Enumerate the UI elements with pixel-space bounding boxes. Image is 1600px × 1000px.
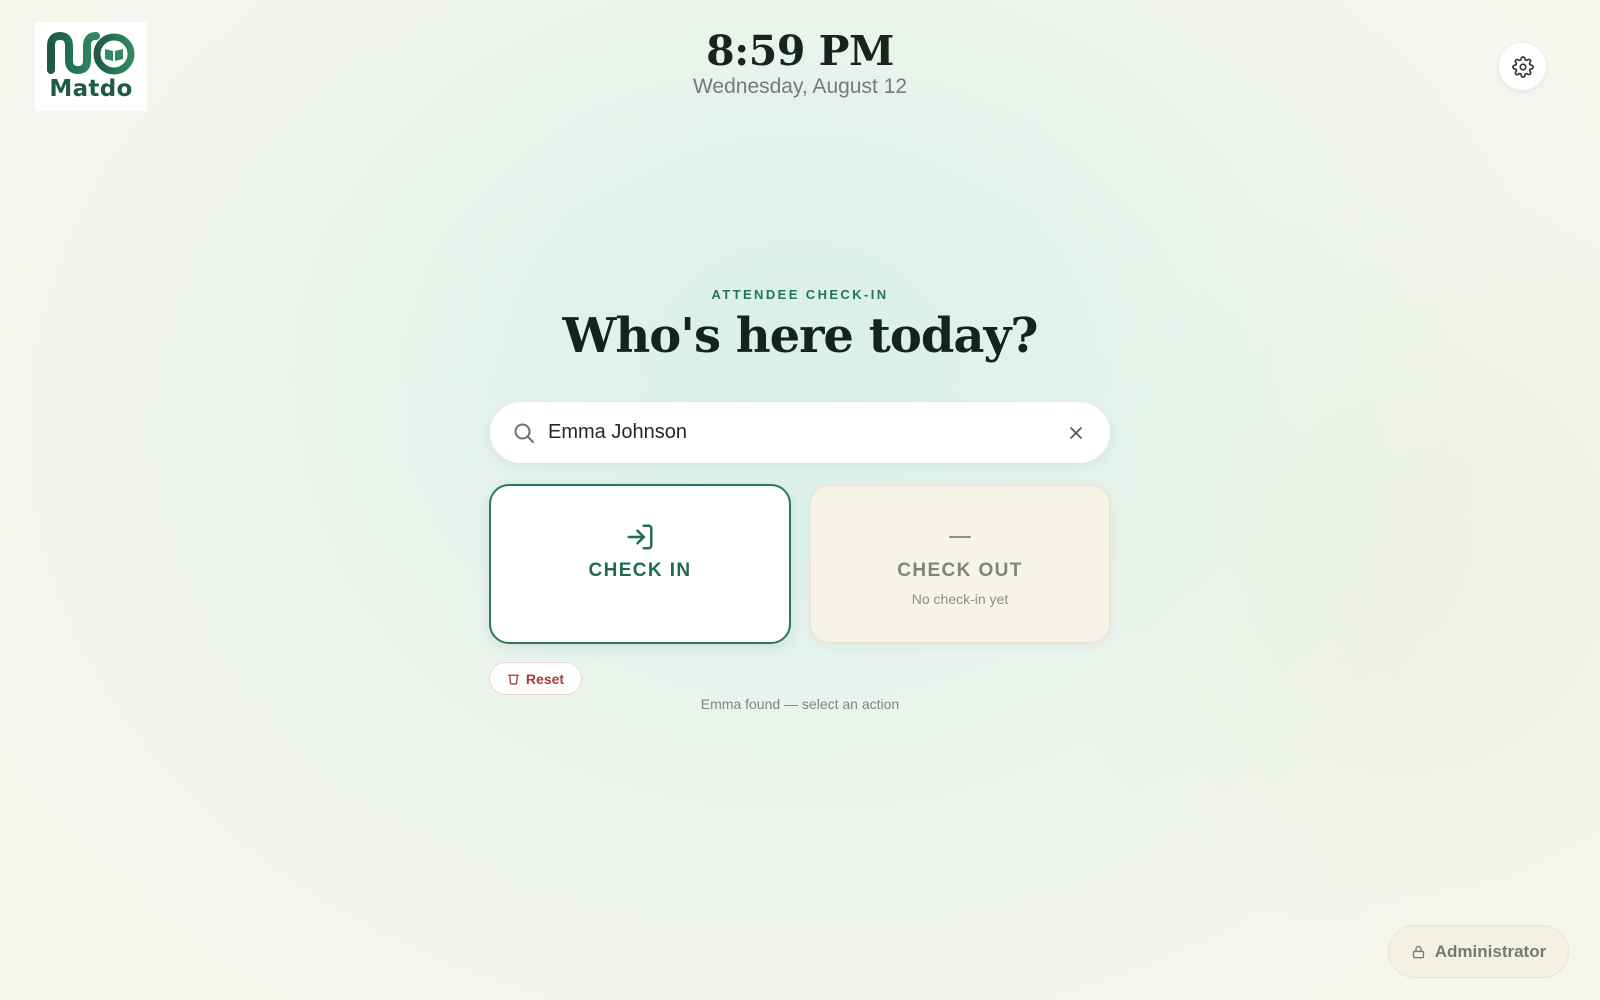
administrator-button[interactable]: Administrator bbox=[1388, 925, 1569, 978]
log-in-icon bbox=[627, 524, 653, 550]
lock-icon bbox=[1412, 945, 1424, 958]
clock: 8:59 PM Wednesday, August 12 bbox=[0, 27, 1600, 99]
settings-button[interactable] bbox=[1499, 43, 1546, 90]
clock-time: 8:59 PM bbox=[706, 27, 894, 75]
check-out-subtitle: No check-in yet bbox=[911, 591, 1009, 607]
reset-button[interactable]: Reset bbox=[489, 662, 582, 695]
search-input[interactable] bbox=[548, 421, 1064, 444]
close-icon bbox=[1070, 426, 1082, 439]
administrator-label: Administrator bbox=[1434, 941, 1547, 961]
check-out-button[interactable]: CHECK OUT No check-in yet bbox=[809, 484, 1111, 644]
dash-icon bbox=[949, 535, 971, 539]
page-title: Who's here today? bbox=[562, 308, 1038, 364]
section-eyebrow: ATTENDEE CHECK-IN bbox=[711, 287, 889, 302]
search-icon bbox=[514, 423, 534, 443]
check-out-label: CHECK OUT bbox=[897, 560, 1023, 581]
gear-icon bbox=[1511, 55, 1534, 78]
clock-date: Wednesday, August 12 bbox=[692, 75, 908, 99]
clear-search-button[interactable] bbox=[1064, 421, 1088, 445]
reset-label: Reset bbox=[525, 670, 565, 687]
check-in-button[interactable]: CHECK IN bbox=[489, 484, 791, 644]
status-message: Emma found — select an action bbox=[700, 696, 900, 712]
check-in-label: CHECK IN bbox=[588, 560, 692, 581]
trash-icon bbox=[507, 674, 519, 685]
search-bar bbox=[490, 402, 1110, 463]
